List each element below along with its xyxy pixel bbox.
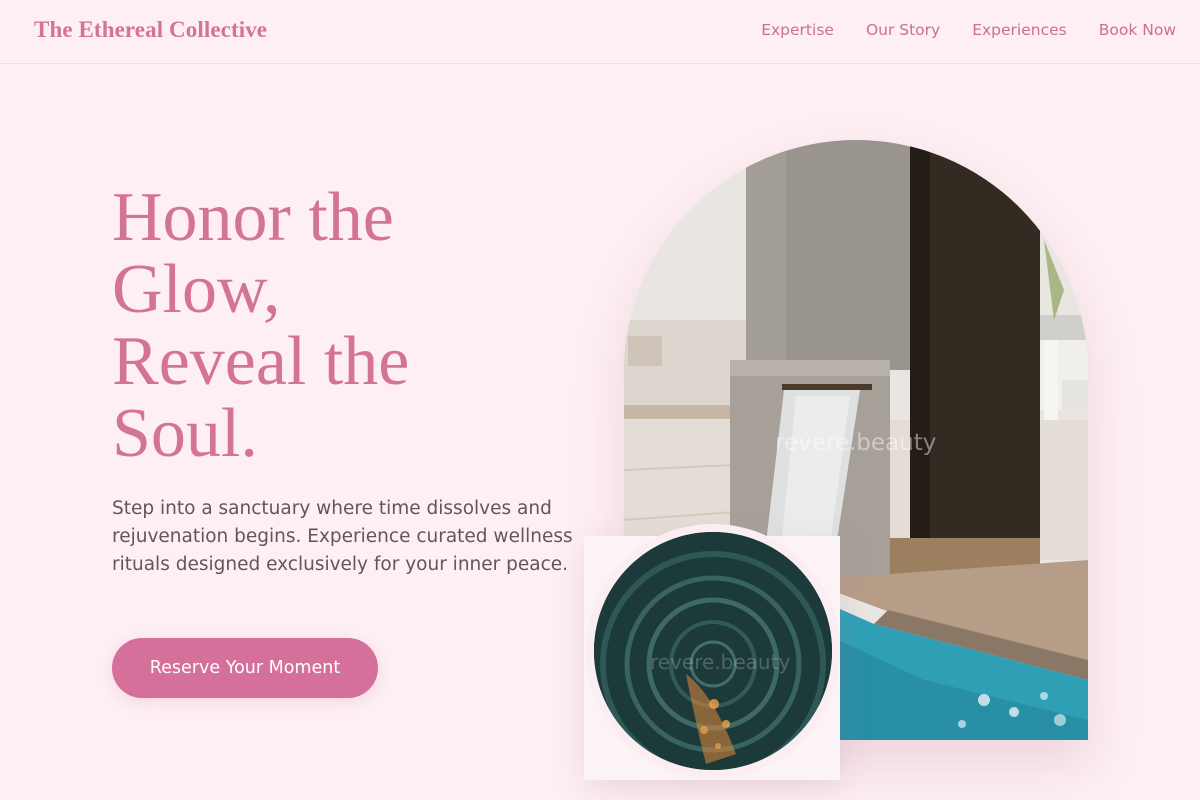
- circle-watermark: revere.beauty: [650, 650, 791, 674]
- nav-link-experiences[interactable]: Experiences: [972, 21, 1067, 39]
- arch-watermark: revere.beauty: [775, 430, 937, 456]
- top-navbar: The Ethereal Collective Expertise Our St…: [0, 0, 1200, 64]
- brand-logo[interactable]: The Ethereal Collective: [34, 17, 267, 43]
- headline-line-2: Glow,: [112, 251, 281, 328]
- headline-line-4: Soul.: [112, 395, 258, 472]
- water-ripple-image: revere.beauty: [586, 524, 840, 778]
- main-nav: Expertise Our Story Experiences Book Now: [761, 21, 1176, 39]
- hero-description: Step into a sanctuary where time dissolv…: [112, 498, 573, 575]
- headline-line-3: Reveal the: [112, 323, 410, 400]
- nav-link-our-story[interactable]: Our Story: [866, 21, 940, 39]
- headline-line-1: Honor the: [112, 179, 394, 256]
- nav-link-book-now[interactable]: Book Now: [1099, 21, 1176, 39]
- hero-headline: Honor the Glow, Reveal the Soul.: [112, 182, 552, 470]
- reserve-button[interactable]: Reserve Your Moment: [112, 638, 378, 698]
- nav-link-expertise[interactable]: Expertise: [761, 21, 834, 39]
